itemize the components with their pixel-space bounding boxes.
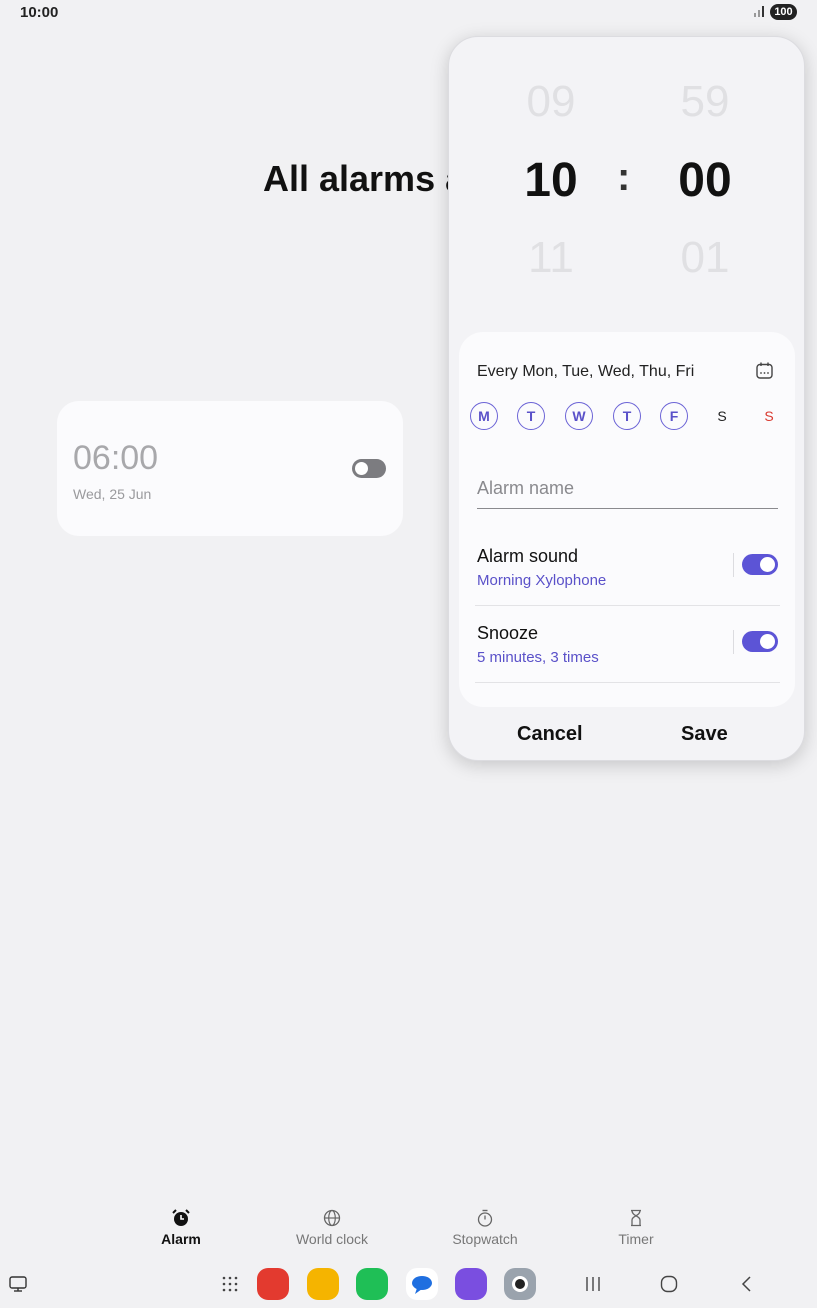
tab-label: Timer [618,1231,654,1247]
repeat-summary: Every Mon, Tue, Wed, Thu, Fri [477,363,695,380]
messages-app-icon[interactable] [406,1268,438,1300]
day-tuesday[interactable]: T [517,402,545,430]
snooze-value: 5 minutes, 3 times [477,649,599,666]
day-saturday[interactable]: S [708,402,736,430]
alarm-name-field [477,473,778,509]
cancel-button[interactable]: Cancel [517,723,583,746]
page-title: All alarms a [263,158,466,199]
alarm-sound-value: Morning Xylophone [477,572,607,589]
back-icon[interactable] [737,1274,757,1294]
alarm-sound-toggle[interactable] [742,554,778,575]
day-thursday[interactable]: T [613,402,641,430]
alarm-card[interactable]: 06:00 Wed, 25 Jun [57,401,403,536]
tab-label: Stopwatch [452,1231,518,1247]
hour-prev[interactable]: 09 [491,77,611,127]
alarm-date: Wed, 25 Jun [73,486,152,502]
calendar-icon[interactable] [755,361,774,380]
snooze-toggle[interactable] [742,631,778,652]
internet-app-icon[interactable] [455,1268,487,1300]
screen-recorder-icon[interactable] [8,1274,28,1294]
home-icon[interactable] [659,1274,679,1294]
divider [475,682,780,683]
status-time: 10:00 [20,4,59,21]
snooze-label: Snooze [477,623,539,643]
tab-label: Alarm [161,1231,201,1247]
day-sunday[interactable]: S [755,402,783,430]
camera-icon [512,1276,528,1292]
hourglass-icon [631,1209,641,1227]
globe-icon [323,1209,341,1227]
minute-prev[interactable]: 59 [645,77,765,127]
alarm-name-input[interactable] [477,473,778,503]
snooze-row[interactable]: Snooze 5 minutes, 3 times [475,613,780,683]
chat-bubble-icon [412,1276,432,1294]
alarm-time: 06:00 [73,439,159,477]
signal-icon [754,6,764,17]
alarm-clock-icon [172,1209,190,1226]
recent-apps-icon[interactable] [583,1275,603,1293]
save-button[interactable]: Save [681,723,728,746]
divider [475,605,780,606]
tab-world-clock[interactable]: World clock [272,1208,392,1249]
hour-next[interactable]: 11 [491,233,611,283]
alarm-options-panel: Every Mon, Tue, Wed, Thu, Fri M T W T F … [459,332,795,707]
alarm-sound-row[interactable]: Alarm sound Morning Xylophone [475,536,780,606]
tab-label: World clock [295,1231,369,1247]
day-friday[interactable]: F [660,402,688,430]
files-app-icon[interactable] [307,1268,339,1300]
minute-next[interactable]: 01 [645,233,765,283]
alarm-edit-dialog: 09 10 11 : 59 00 01 Every Mon, Tue, Wed,… [448,36,805,761]
day-monday[interactable]: M [470,402,498,430]
tab-timer[interactable]: Timer [576,1208,696,1249]
day-wednesday[interactable]: W [565,402,593,430]
divider [733,630,734,654]
stopwatch-icon [477,1209,493,1227]
alarm-sound-label: Alarm sound [477,546,579,566]
camera-app-icon[interactable] [504,1268,536,1300]
divider [733,553,734,577]
alarm-toggle[interactable] [352,459,386,478]
tab-stopwatch[interactable]: Stopwatch [425,1208,545,1249]
app-drawer-icon[interactable] [220,1274,240,1294]
battery-icon: 100 [770,4,797,20]
minute-selected[interactable]: 00 [645,153,765,208]
time-separator: : [617,155,631,199]
notes-app-icon[interactable] [257,1268,289,1300]
tab-alarm[interactable]: Alarm [121,1208,241,1249]
phone-app-icon[interactable] [356,1268,388,1300]
hour-selected[interactable]: 10 [491,153,611,208]
